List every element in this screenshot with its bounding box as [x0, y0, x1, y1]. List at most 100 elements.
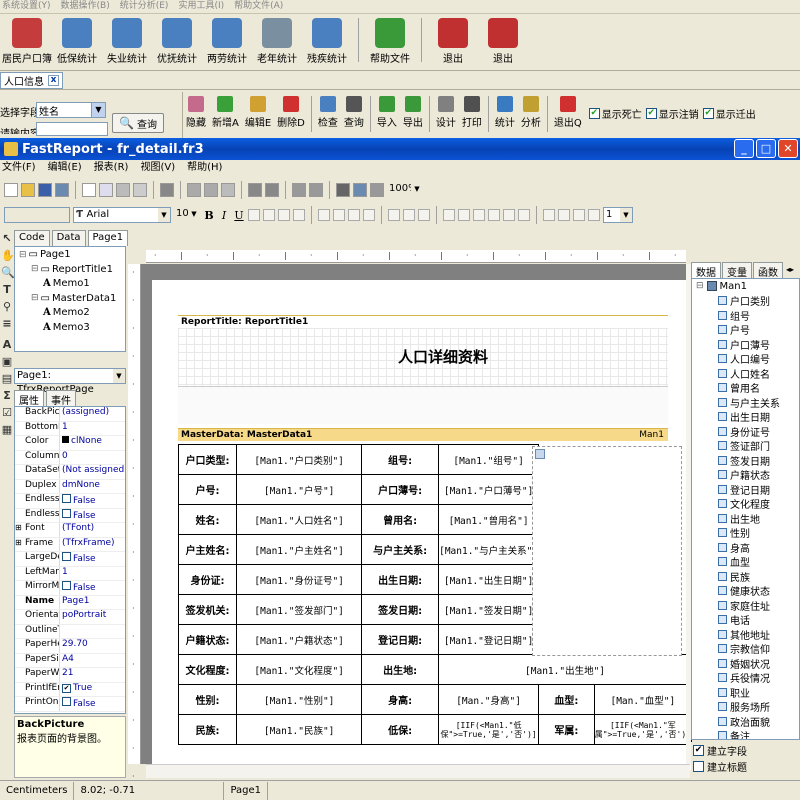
- field-value-memo[interactable]: [Man1."出生地"]: [438, 654, 692, 685]
- field-value-memo[interactable]: [IIF(<Man1."低保">=True,'是','否')]: [438, 714, 540, 745]
- base-menu-item[interactable]: 数据操作(B): [61, 0, 110, 13]
- dataset-field[interactable]: 备注: [692, 729, 799, 739]
- report-title-memo[interactable]: 人口详细资料: [398, 346, 488, 367]
- field-value-memo[interactable]: [Man1."民族"]: [236, 714, 363, 745]
- property-row[interactable]: Color clNone: [15, 436, 125, 451]
- fill-color-icon[interactable]: [558, 209, 570, 221]
- dataset-field[interactable]: 性别: [692, 526, 799, 540]
- picture-object-icon[interactable]: ▣: [1, 355, 13, 368]
- chevron-down-icon[interactable]: ▼: [158, 208, 170, 222]
- record-toolbar-button[interactable]: 查询: [341, 94, 367, 134]
- report-title-band-header[interactable]: ReportTitle: ReportTitle1: [178, 315, 668, 328]
- frame-style-icon[interactable]: [588, 209, 600, 221]
- field-value-memo[interactable]: [Man1."户口类别"]: [236, 444, 363, 475]
- property-value[interactable]: 29.70: [59, 639, 125, 653]
- field-label-cell[interactable]: 低保:: [361, 714, 440, 745]
- variables-icon[interactable]: [160, 183, 174, 197]
- property-row[interactable]: PaperHeight29.70: [15, 639, 125, 654]
- property-value[interactable]: 1: [59, 566, 125, 580]
- font-name-combo[interactable]: Ƭ Arial ▼: [73, 207, 171, 223]
- master-data-band-header[interactable]: MasterData: MasterData1 Man1: [178, 428, 668, 441]
- record-toolbar-button[interactable]: 设计: [433, 94, 459, 134]
- field-value-memo[interactable]: [Man1."文化程度"]: [236, 654, 363, 685]
- report-tree-node[interactable]: ⊟ ▭ Page1: [19, 249, 71, 260]
- dataset-field[interactable]: 人口姓名: [692, 366, 799, 381]
- font-size-combo[interactable]: 10 ▼: [174, 207, 200, 223]
- property-value[interactable]: ✔ True: [59, 682, 125, 696]
- dataset-field[interactable]: 血型: [692, 555, 799, 569]
- property-value[interactable]: False: [59, 581, 125, 595]
- property-row[interactable]: ⊞ Font (TFont): [15, 523, 125, 538]
- maximize-icon[interactable]: □: [756, 139, 776, 158]
- paste-icon[interactable]: [221, 183, 235, 197]
- field-label-cell[interactable]: 户籍状态:: [177, 624, 238, 655]
- fr-menu-item[interactable]: 编辑(E): [48, 160, 82, 176]
- dataset-node[interactable]: ⊟ Man1: [692, 279, 799, 294]
- record-toolbar-button[interactable]: 隐藏: [183, 94, 209, 134]
- dataset-field[interactable]: 曾用名: [692, 381, 799, 395]
- property-checkbox[interactable]: [62, 508, 71, 518]
- dataset-field[interactable]: 签证部门: [692, 439, 799, 453]
- field-value-memo[interactable]: [Man1."户主姓名"]: [236, 534, 363, 565]
- preview-icon[interactable]: [55, 183, 69, 197]
- property-value[interactable]: poPortrait: [59, 610, 125, 624]
- tree-expander-icon[interactable]: ⊟: [31, 293, 39, 303]
- band-tool-icon[interactable]: ≡: [1, 317, 13, 330]
- property-checkbox[interactable]: [62, 552, 71, 561]
- field-label-cell[interactable]: 性别:: [177, 684, 238, 715]
- property-value[interactable]: A4: [59, 653, 125, 667]
- base-menu-item[interactable]: 统计分析(E): [120, 0, 169, 13]
- main-toolbar-button[interactable]: 帮助文件: [365, 14, 415, 68]
- align-grid-icon[interactable]: [353, 183, 367, 197]
- frame-left-icon[interactable]: [473, 209, 485, 221]
- dataset-field[interactable]: 文化程度: [692, 497, 799, 511]
- field-value-memo[interactable]: [Man1."签发部门"]: [236, 594, 363, 625]
- data-option-checkbox[interactable]: ✔ 建立字段: [691, 742, 800, 758]
- field-label-cell[interactable]: 民族:: [177, 714, 238, 745]
- align-top-icon[interactable]: [388, 209, 400, 221]
- report-tree-node[interactable]: A Memo2: [43, 307, 90, 318]
- dataset-field[interactable]: 电话: [692, 613, 799, 627]
- field-label-cell[interactable]: 出生地:: [361, 654, 440, 685]
- delete-page-icon[interactable]: [116, 183, 130, 197]
- field-label-cell[interactable]: 签发日期:: [361, 594, 440, 625]
- field-value-memo[interactable]: [Man1."曾用名"]: [438, 504, 540, 535]
- property-row[interactable]: MirrorMargins False: [15, 581, 125, 596]
- property-value[interactable]: clNone: [59, 436, 125, 450]
- report-tree-node[interactable]: ⊟ ▭ MasterData1: [31, 293, 116, 304]
- expand-icon[interactable]: ⊞: [15, 538, 22, 547]
- property-row[interactable]: Name Page1: [15, 595, 125, 610]
- field-label-cell[interactable]: 与户主关系:: [361, 534, 440, 565]
- field-label-cell[interactable]: 户口类型:: [177, 444, 238, 475]
- minimize-icon[interactable]: _: [734, 139, 754, 158]
- dataset-field[interactable]: 出生日期: [692, 410, 799, 424]
- checkbox-box[interactable]: ✔: [645, 108, 657, 119]
- underline-icon[interactable]: U: [233, 209, 245, 222]
- inspector-tab[interactable]: 事件: [46, 390, 76, 407]
- field-label-cell[interactable]: 组号:: [361, 444, 440, 475]
- field-value-memo[interactable]: [Man1."与户主关系"]: [438, 534, 540, 565]
- inspector-tab[interactable]: 属性: [14, 390, 44, 407]
- highlight-icon[interactable]: [278, 209, 290, 221]
- line-width-combo[interactable]: 1 ▼: [603, 207, 633, 223]
- field-value-memo[interactable]: [Man1."人口姓名"]: [236, 504, 363, 535]
- tab-scroll-icon[interactable]: ◂▸: [786, 262, 794, 278]
- data-tree-tab[interactable]: 函数: [753, 262, 783, 279]
- align-right-icon[interactable]: [348, 209, 360, 221]
- dataset-field[interactable]: 政治面貌: [692, 714, 799, 729]
- record-toolbar-button[interactable]: 导出: [400, 94, 426, 134]
- chevron-down-icon[interactable]: ▼: [188, 207, 200, 221]
- fr-menu-item[interactable]: 视图(V): [140, 160, 175, 176]
- close-icon[interactable]: x: [48, 75, 59, 86]
- new-dialog-icon[interactable]: [99, 183, 113, 197]
- field-value-memo[interactable]: [Man1."出生日期"]: [438, 564, 540, 595]
- field-value-memo[interactable]: [Man1."组号"]: [438, 444, 540, 475]
- field-value-memo[interactable]: [Man1."登记日期"]: [438, 624, 540, 655]
- ungroup-icon[interactable]: [309, 183, 323, 197]
- tree-expander-icon[interactable]: ⊟: [19, 250, 27, 260]
- redo-icon[interactable]: [265, 183, 279, 197]
- align-bottom-icon[interactable]: [418, 209, 430, 221]
- property-checkbox[interactable]: [62, 494, 71, 503]
- dataset-field[interactable]: 民族: [692, 569, 799, 584]
- frame-bottom-icon[interactable]: [458, 209, 470, 221]
